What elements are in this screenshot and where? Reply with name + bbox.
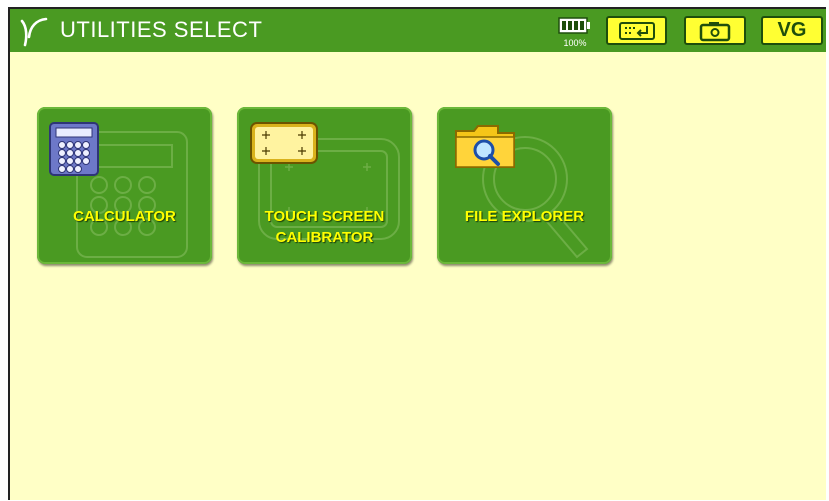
- battery-indicator: 100%: [558, 15, 592, 49]
- battery-icon: [558, 17, 590, 34]
- touch-screen-calibrator-label-line2: CALIBRATOR: [275, 229, 374, 246]
- main-screen: UTILITIES SELECT 100% VG CALCULATOR TOUC…: [8, 7, 826, 500]
- touch-screen-calibrator-label-line1: TOUCH SCREEN: [264, 208, 385, 225]
- camera-icon: [699, 21, 731, 41]
- touch-screen-calibrator-icon: [250, 122, 318, 164]
- file-explorer-label: FILE EXPLORER: [464, 208, 585, 225]
- vg-button[interactable]: VG: [761, 16, 823, 45]
- calculator-label: CALCULATOR: [73, 208, 176, 225]
- file-explorer-tile[interactable]: FILE EXPLORER: [437, 107, 612, 264]
- logo-icon: [20, 17, 48, 47]
- calculator-icon: [49, 122, 99, 176]
- keyboard-button[interactable]: [606, 16, 667, 45]
- touch-screen-calibrator-tile[interactable]: TOUCH SCREEN CALIBRATOR: [237, 107, 412, 264]
- calculator-tile[interactable]: CALCULATOR: [37, 107, 212, 264]
- title-bar: UTILITIES SELECT 100% VG: [10, 9, 826, 52]
- battery-percent: 100%: [563, 38, 587, 48]
- page-title: UTILITIES SELECT: [60, 17, 263, 42]
- keyboard-icon: [618, 21, 655, 40]
- file-explorer-icon: [455, 125, 515, 168]
- camera-button[interactable]: [684, 16, 746, 45]
